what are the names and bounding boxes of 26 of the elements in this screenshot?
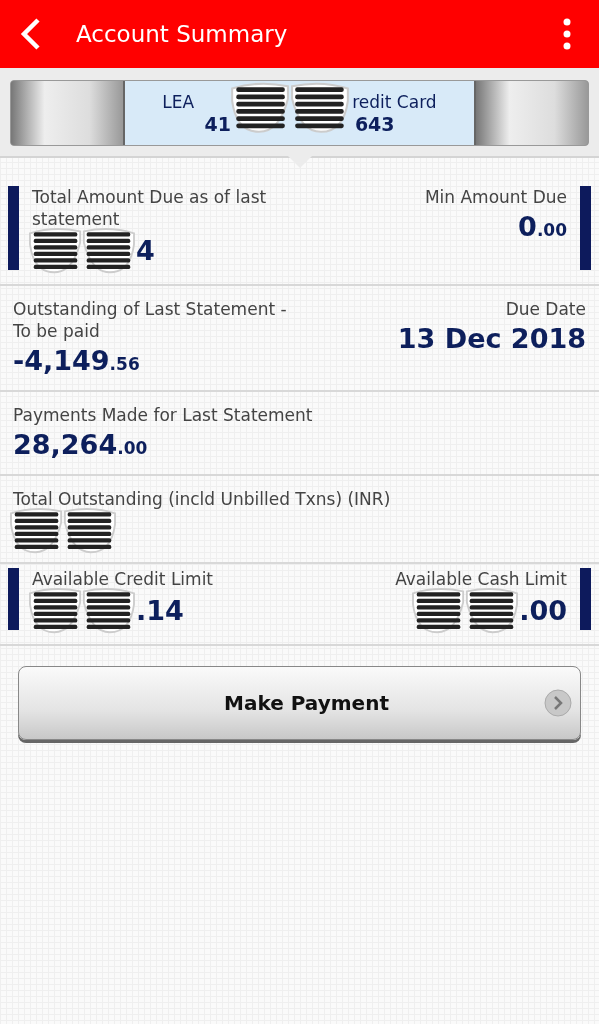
field-label: Min Amount Due	[424, 186, 567, 208]
chevron-icon	[544, 689, 572, 717]
amount-value: 13 Dec 2018	[397, 322, 586, 354]
amount-value: 4	[136, 234, 155, 266]
card-number: 41	[204, 113, 231, 135]
accent-bar	[8, 568, 19, 630]
amount-value: -4,149.56	[13, 344, 140, 376]
card-name: LEA	[162, 91, 195, 113]
card-number: 643	[354, 113, 395, 135]
amount-value: .14	[136, 594, 184, 626]
field-label: Outstanding of Last Statement - To be paid	[13, 298, 288, 342]
amount-value: 0.00	[518, 210, 567, 242]
field-label: Payments Made for Last Statement	[13, 404, 314, 426]
field-label: Total Outstanding (incld Unbilled Txns) (INR)	[13, 488, 392, 510]
amount-value: .00	[519, 594, 567, 626]
more-options-icon[interactable]	[563, 17, 571, 51]
field-label: Total Amount Due as of last statement	[32, 186, 268, 230]
make-payment-button[interactable]: Make Payment	[18, 666, 581, 740]
card-selector[interactable]: LEA redit Card 41 643	[10, 80, 589, 146]
screen-title: Account Summary	[76, 21, 289, 47]
field-label: Due Date	[505, 298, 586, 320]
field-label: Available Cash Limit	[395, 568, 567, 590]
field-label: Available Credit Limit	[32, 568, 215, 590]
accent-bar	[580, 568, 591, 630]
card-name: redit Card	[352, 91, 437, 113]
amount-value: 28,264.00	[13, 428, 148, 460]
